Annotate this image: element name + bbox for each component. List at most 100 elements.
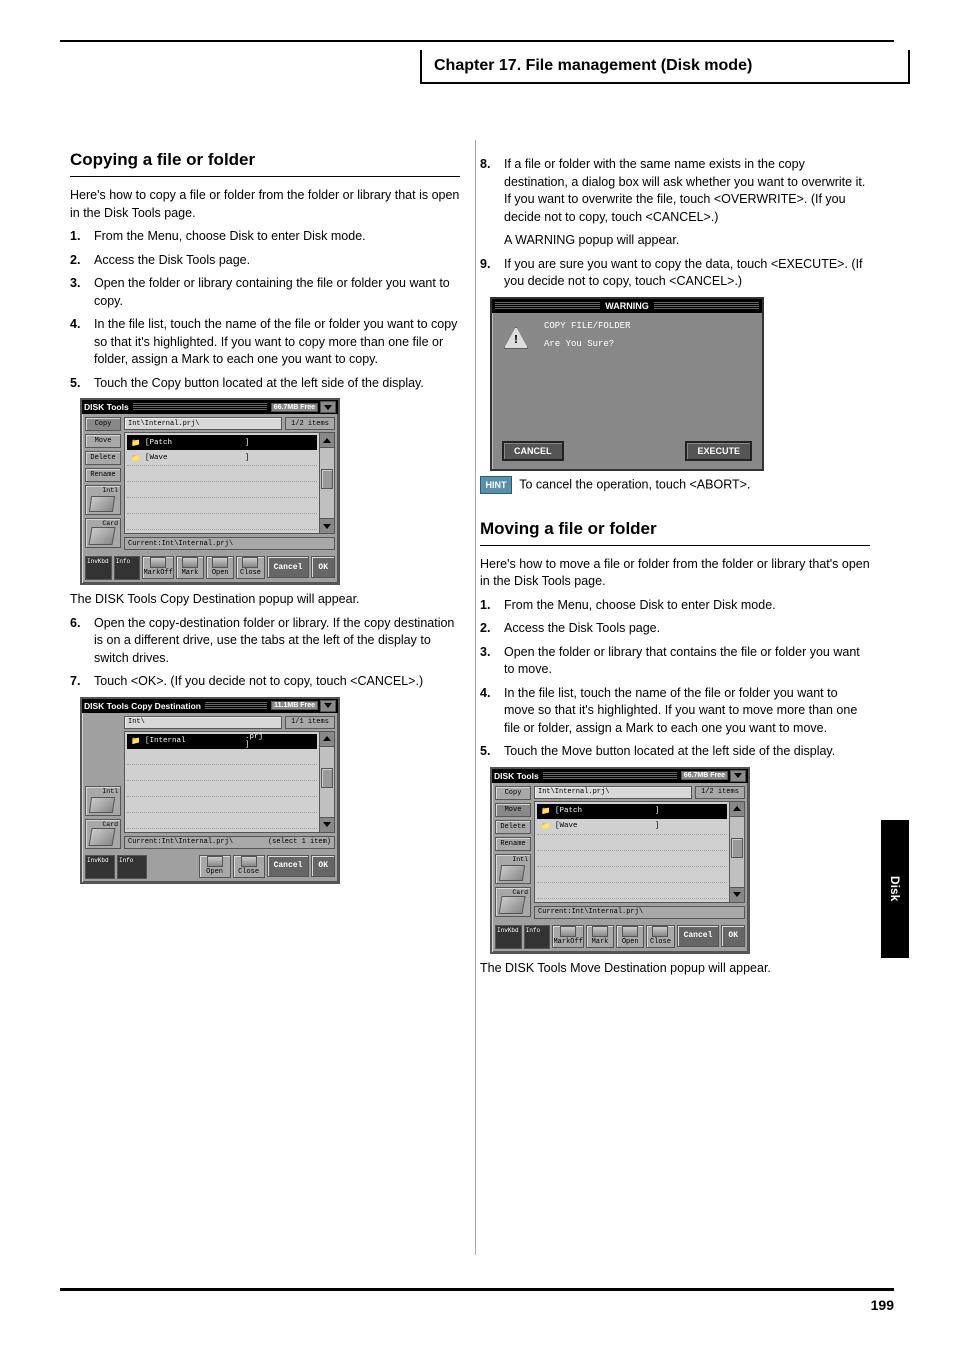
drive-internal-icon[interactable]: Intl [85,786,121,816]
warning-icon [504,327,528,349]
file-list[interactable]: 📁[Patch] 📁[Wave] [534,801,730,903]
dropdown-icon[interactable] [320,401,336,413]
m-step4: In the file list, touch the name of the … [504,685,870,738]
list-item: 📁[Internal.prj ] [127,734,317,749]
cancel-button[interactable]: Cancel [267,556,310,578]
list-item [127,466,317,482]
info-icon[interactable]: Info [114,556,141,580]
open-button[interactable]: Open [206,556,234,579]
invkbd-icon[interactable]: InvKbd [85,855,115,879]
step1: From the Menu, choose Disk to enter Disk… [94,228,460,246]
delete-button[interactable]: Delete [495,820,531,834]
scroll-down-icon[interactable] [320,817,334,832]
file-list[interactable]: 📁[Patch] 📁[Wave] [124,432,320,534]
ok-button[interactable]: OK [311,855,335,877]
drive-internal-icon[interactable]: Intl [85,485,121,515]
list-item [127,514,317,530]
m-step2: Access the Disk Tools page. [504,620,870,638]
step9: If you are sure you want to copy the dat… [504,256,870,291]
current-path: Current:Int\Internal.prj\ [128,540,233,548]
intro-move: Here's how to move a file or folder from… [480,556,870,591]
warning-msg1: COPY FILE/FOLDER [544,321,752,331]
m-step1: From the Menu, choose Disk to enter Disk… [504,597,870,615]
info-icon[interactable]: Info [524,925,551,949]
cancel-button[interactable]: Cancel [267,855,310,877]
scroll-up-icon[interactable] [320,433,334,448]
free-space: 66.7MB Free [271,403,318,412]
file-list[interactable]: 📁[Internal.prj ] [124,731,320,833]
drive-internal-icon[interactable]: Intl [495,854,531,884]
hint-text: To cancel the operation, touch <ABORT>. [519,477,750,491]
page-number: 199 [871,1297,894,1313]
warning-dialog: WARNING COPY FILE/FOLDER Are You Sure? C… [490,297,764,471]
close-button[interactable]: Close [236,556,264,579]
list-item: 📁[Patch] [127,435,317,450]
list-item [127,482,317,498]
close-button[interactable]: Close [646,925,674,948]
scrollbar[interactable] [320,731,335,833]
scroll-up-icon[interactable] [730,802,744,817]
section-title-move: Moving a file or folder [480,519,870,539]
chapter-tab: Disk [881,820,909,958]
hint-icon: HINT [480,476,512,494]
path-field: Int\Internal.prj\ [534,786,692,799]
ok-button[interactable]: OK [721,925,745,947]
warning-title: WARNING [605,301,649,311]
rename-button[interactable]: Rename [495,837,531,851]
markoff-button[interactable]: MarkOff [142,556,173,579]
step8: If a file or folder with the same name e… [504,156,870,226]
free-space: 66.7MB Free [681,771,728,780]
win-title: DISK Tools [84,402,129,412]
move-button[interactable]: Move [495,803,531,817]
item-count: 1/1 items [285,716,335,729]
dropdown-icon[interactable] [730,770,746,782]
open-button[interactable]: Open [616,925,644,948]
after-step5: The DISK Tools Copy Destination popup wi… [70,591,460,609]
warn-execute-button[interactable]: EXECUTE [685,441,752,461]
close-button[interactable]: Close [233,855,265,878]
list-item: 📁[Wave] [127,450,317,466]
drive-card-icon[interactable]: Card [495,887,531,917]
dropdown-icon[interactable] [320,700,336,712]
info-icon[interactable]: Info [117,855,147,879]
step6: Open the copy-destination folder or libr… [94,615,460,668]
scrollbar[interactable] [320,432,335,534]
drive-card-icon[interactable]: Card [85,819,121,849]
scroll-down-icon[interactable] [730,887,744,902]
win-title: DISK Tools [494,771,539,781]
path-field: Int\Internal.prj\ [124,417,282,430]
current-path: Current:Int\Internal.prj\ [538,908,643,916]
invkbd-icon[interactable]: InvKbd [85,556,112,580]
cancel-button[interactable]: Cancel [677,925,720,947]
path-field: Int\ [124,716,282,729]
rename-button[interactable]: Rename [85,468,121,482]
step7: Touch <OK>. (If you decide not to copy, … [94,673,460,691]
markoff-button[interactable]: MarkOff [552,925,583,948]
mark-button[interactable]: Mark [176,556,204,579]
open-button[interactable]: Open [199,855,231,878]
item-count: 1/2 items [695,786,745,799]
scrollbar[interactable] [730,801,745,903]
chapter-title-box: Chapter 17. File management (Disk mode) [420,50,910,84]
copy-button[interactable]: Copy [495,786,531,800]
after-step8: A WARNING popup will appear. [504,232,870,250]
win-title: DISK Tools Copy Destination [84,701,201,711]
fig-disk-tools-1: DISK Tools 66.7MB Free Copy Move Delete … [80,398,340,585]
invkbd-icon[interactable]: InvKbd [495,925,522,949]
ok-button[interactable]: OK [311,556,335,578]
mark-button[interactable]: Mark [586,925,614,948]
scroll-up-icon[interactable] [320,732,334,747]
delete-button[interactable]: Delete [85,451,121,465]
move-button[interactable]: Move [85,434,121,448]
step5: Touch the Copy button located at the lef… [94,375,460,393]
fig-disk-tools-move: DISK Tools 66.7MB Free Copy Move Delete … [490,767,750,954]
free-space: 11.1MB Free [271,701,318,710]
copy-button[interactable]: Copy [85,417,121,431]
warn-cancel-button[interactable]: CANCEL [502,441,564,461]
scroll-down-icon[interactable] [320,518,334,533]
list-item: 📁[Patch] [537,804,727,819]
step3: Open the folder or library containing th… [94,275,460,310]
step2: Access the Disk Tools page. [94,252,460,270]
drive-card-icon[interactable]: Card [85,518,121,548]
step4: In the file list, touch the name of the … [94,316,460,369]
